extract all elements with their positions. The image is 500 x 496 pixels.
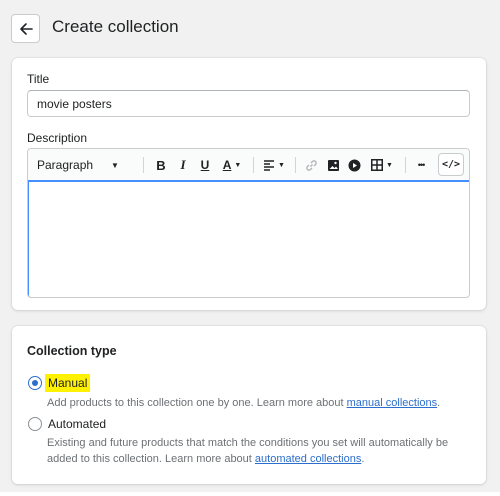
back-button[interactable] (11, 14, 40, 43)
description-label: Description (27, 131, 88, 145)
video-icon (348, 159, 360, 171)
collection-type-title: Collection type (27, 344, 117, 358)
code-view-icon: </> (441, 159, 461, 170)
chevron-down-icon: ▼ (111, 160, 119, 170)
align-button[interactable]: ▼ (259, 149, 289, 181)
toolbar-divider (295, 157, 296, 173)
align-icon (264, 160, 275, 171)
toolbar-divider (405, 157, 406, 173)
editor-toolbar: Paragraph ▼ B I U A ▼ ▼ ▼ ••• </> (28, 149, 469, 181)
description-textarea[interactable] (28, 180, 469, 297)
page-header: Create collection (0, 0, 500, 56)
toolbar-divider (143, 157, 144, 173)
code-view-button[interactable]: </> (438, 153, 464, 176)
manual-help-text: Add products to this collection one by o… (47, 395, 467, 411)
manual-radio[interactable] (28, 376, 42, 390)
automated-radio[interactable] (28, 417, 42, 431)
underline-button[interactable]: U (196, 149, 214, 181)
video-button[interactable] (344, 149, 364, 181)
manual-radio-label[interactable]: Manual (45, 374, 91, 392)
arrow-left-icon (19, 22, 33, 35)
automated-help-suffix: . (361, 453, 365, 465)
italic-button[interactable]: I (174, 149, 192, 181)
collection-details-card: Title movie posters Description Paragrap… (12, 58, 486, 310)
text-color-icon: A (222, 158, 232, 172)
title-input-value: movie posters (37, 96, 112, 111)
image-button[interactable] (323, 149, 343, 181)
automated-help-text: Existing and future products that match … (47, 435, 467, 467)
table-button[interactable]: ▼ (367, 149, 397, 181)
manual-label-highlight: Manual (45, 374, 91, 392)
description-editor: Paragraph ▼ B I U A ▼ ▼ ▼ ••• </> (27, 148, 470, 298)
next-card-edge (0, 492, 500, 496)
title-input[interactable]: movie posters (27, 90, 470, 117)
table-icon (371, 159, 384, 171)
more-icon[interactable]: ••• (411, 149, 431, 181)
automated-radio-label[interactable]: Automated (48, 417, 106, 431)
link-icon (305, 159, 317, 171)
collection-type-card: Collection type Manual Add products to t… (12, 326, 486, 484)
title-label: Title (27, 72, 50, 86)
bold-button[interactable]: B (152, 149, 170, 181)
automated-collections-link[interactable]: automated collections (255, 453, 361, 465)
image-icon (327, 159, 339, 171)
manual-collections-link[interactable]: manual collections (347, 397, 438, 409)
chevron-down-icon: ▼ (234, 161, 242, 169)
manual-help-prefix: Add products to this collection one by o… (47, 397, 347, 409)
automated-help-prefix: Existing and future products that match … (47, 437, 449, 465)
page-title: Create collection (52, 17, 179, 36)
toolbar-divider (253, 157, 254, 173)
chevron-down-icon: ▼ (386, 161, 393, 169)
paragraph-select[interactable]: Paragraph ▼ (37, 149, 125, 181)
link-button[interactable] (301, 149, 321, 181)
paragraph-select-label: Paragraph (37, 158, 94, 172)
manual-help-suffix: . (437, 397, 441, 409)
text-color-button[interactable]: A ▼ (217, 149, 247, 181)
chevron-down-icon: ▼ (278, 161, 285, 169)
